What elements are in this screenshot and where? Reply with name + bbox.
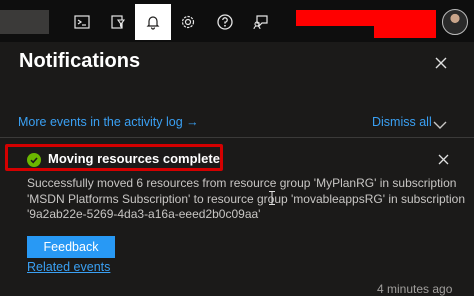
directory-filter-icon[interactable] <box>100 4 136 40</box>
chevron-down-icon[interactable] <box>432 116 448 129</box>
settings-gear-icon[interactable] <box>170 4 206 40</box>
activity-log-link[interactable]: More events in the activity log → <box>18 115 199 129</box>
avatar[interactable] <box>442 9 468 35</box>
text-cursor-icon <box>269 190 275 205</box>
feedback-button[interactable]: Feedback <box>27 236 115 258</box>
cloud-shell-icon[interactable] <box>64 4 100 40</box>
divider <box>0 137 474 138</box>
success-check-icon <box>27 153 41 167</box>
search-box[interactable] <box>0 10 49 34</box>
redacted-account-directory <box>374 24 436 38</box>
notifications-bell-icon[interactable] <box>135 4 171 40</box>
dismiss-all-link[interactable]: Dismiss all <box>372 115 432 129</box>
help-question-icon[interactable] <box>207 4 243 40</box>
related-events-link[interactable]: Related events <box>27 260 110 274</box>
top-bar <box>0 0 474 42</box>
feedback-icon[interactable] <box>243 4 279 40</box>
notification-body: Successfully moved 6 resources from reso… <box>27 176 466 221</box>
notification-title: Moving resources complete <box>48 151 220 166</box>
close-notification-icon[interactable] <box>434 150 452 168</box>
panel-title: Notifications <box>19 50 141 72</box>
close-panel-icon[interactable] <box>432 54 450 72</box>
